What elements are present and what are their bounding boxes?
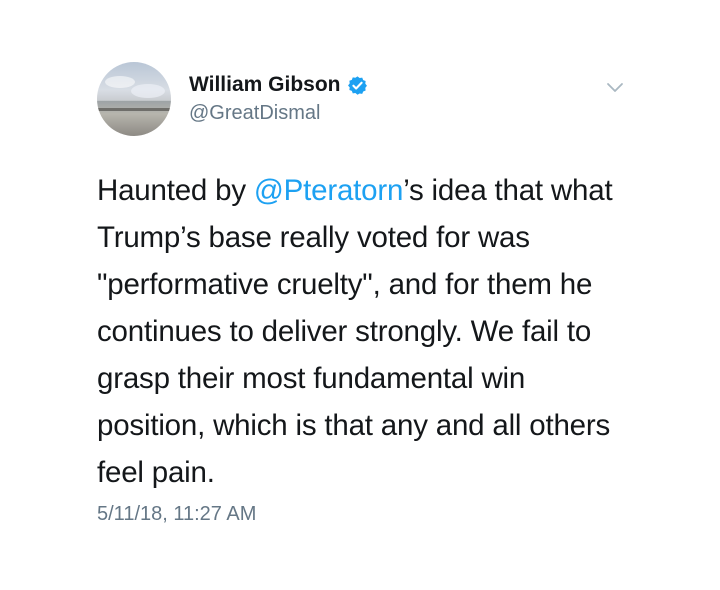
avatar[interactable] <box>97 62 171 136</box>
tweet-line: grasp their most fundamental win <box>97 362 526 395</box>
author-name[interactable]: William Gibson <box>189 73 341 97</box>
tweet-text-segment: Haunted by <box>97 174 254 207</box>
tweet-line: feel pain. <box>97 456 215 489</box>
author-handle[interactable]: @GreatDismal <box>189 102 320 125</box>
tweet-line: position, which is that any and all othe… <box>97 409 611 442</box>
tweet-line: "performative cruelty", and for them he <box>97 268 593 301</box>
tweet-timestamp[interactable]: 5/11/18, 11:27 AM <box>97 503 256 526</box>
tweet-line: Haunted by @Pteratorn’s idea that what <box>97 167 657 214</box>
tweet-line: Trump’s base really voted for was <box>97 221 530 254</box>
avatar-shoreline <box>97 108 171 111</box>
tweet-text: Haunted by @Pteratorn’s idea that what T… <box>97 167 657 496</box>
chevron-down-icon[interactable] <box>604 80 626 96</box>
tweet-text-segment: ’s idea that what <box>403 174 613 207</box>
tweet-line: continues to deliver strongly. We fail t… <box>97 315 592 348</box>
verified-badge-icon <box>347 75 368 96</box>
tweet-card: William Gibson @GreatDismal Haunted by @… <box>0 0 720 590</box>
avatar-cloud <box>131 84 165 98</box>
author-name-row: William Gibson <box>189 71 368 99</box>
mention-link[interactable]: @Pteratorn <box>254 174 403 207</box>
avatar-cloud <box>105 76 135 88</box>
